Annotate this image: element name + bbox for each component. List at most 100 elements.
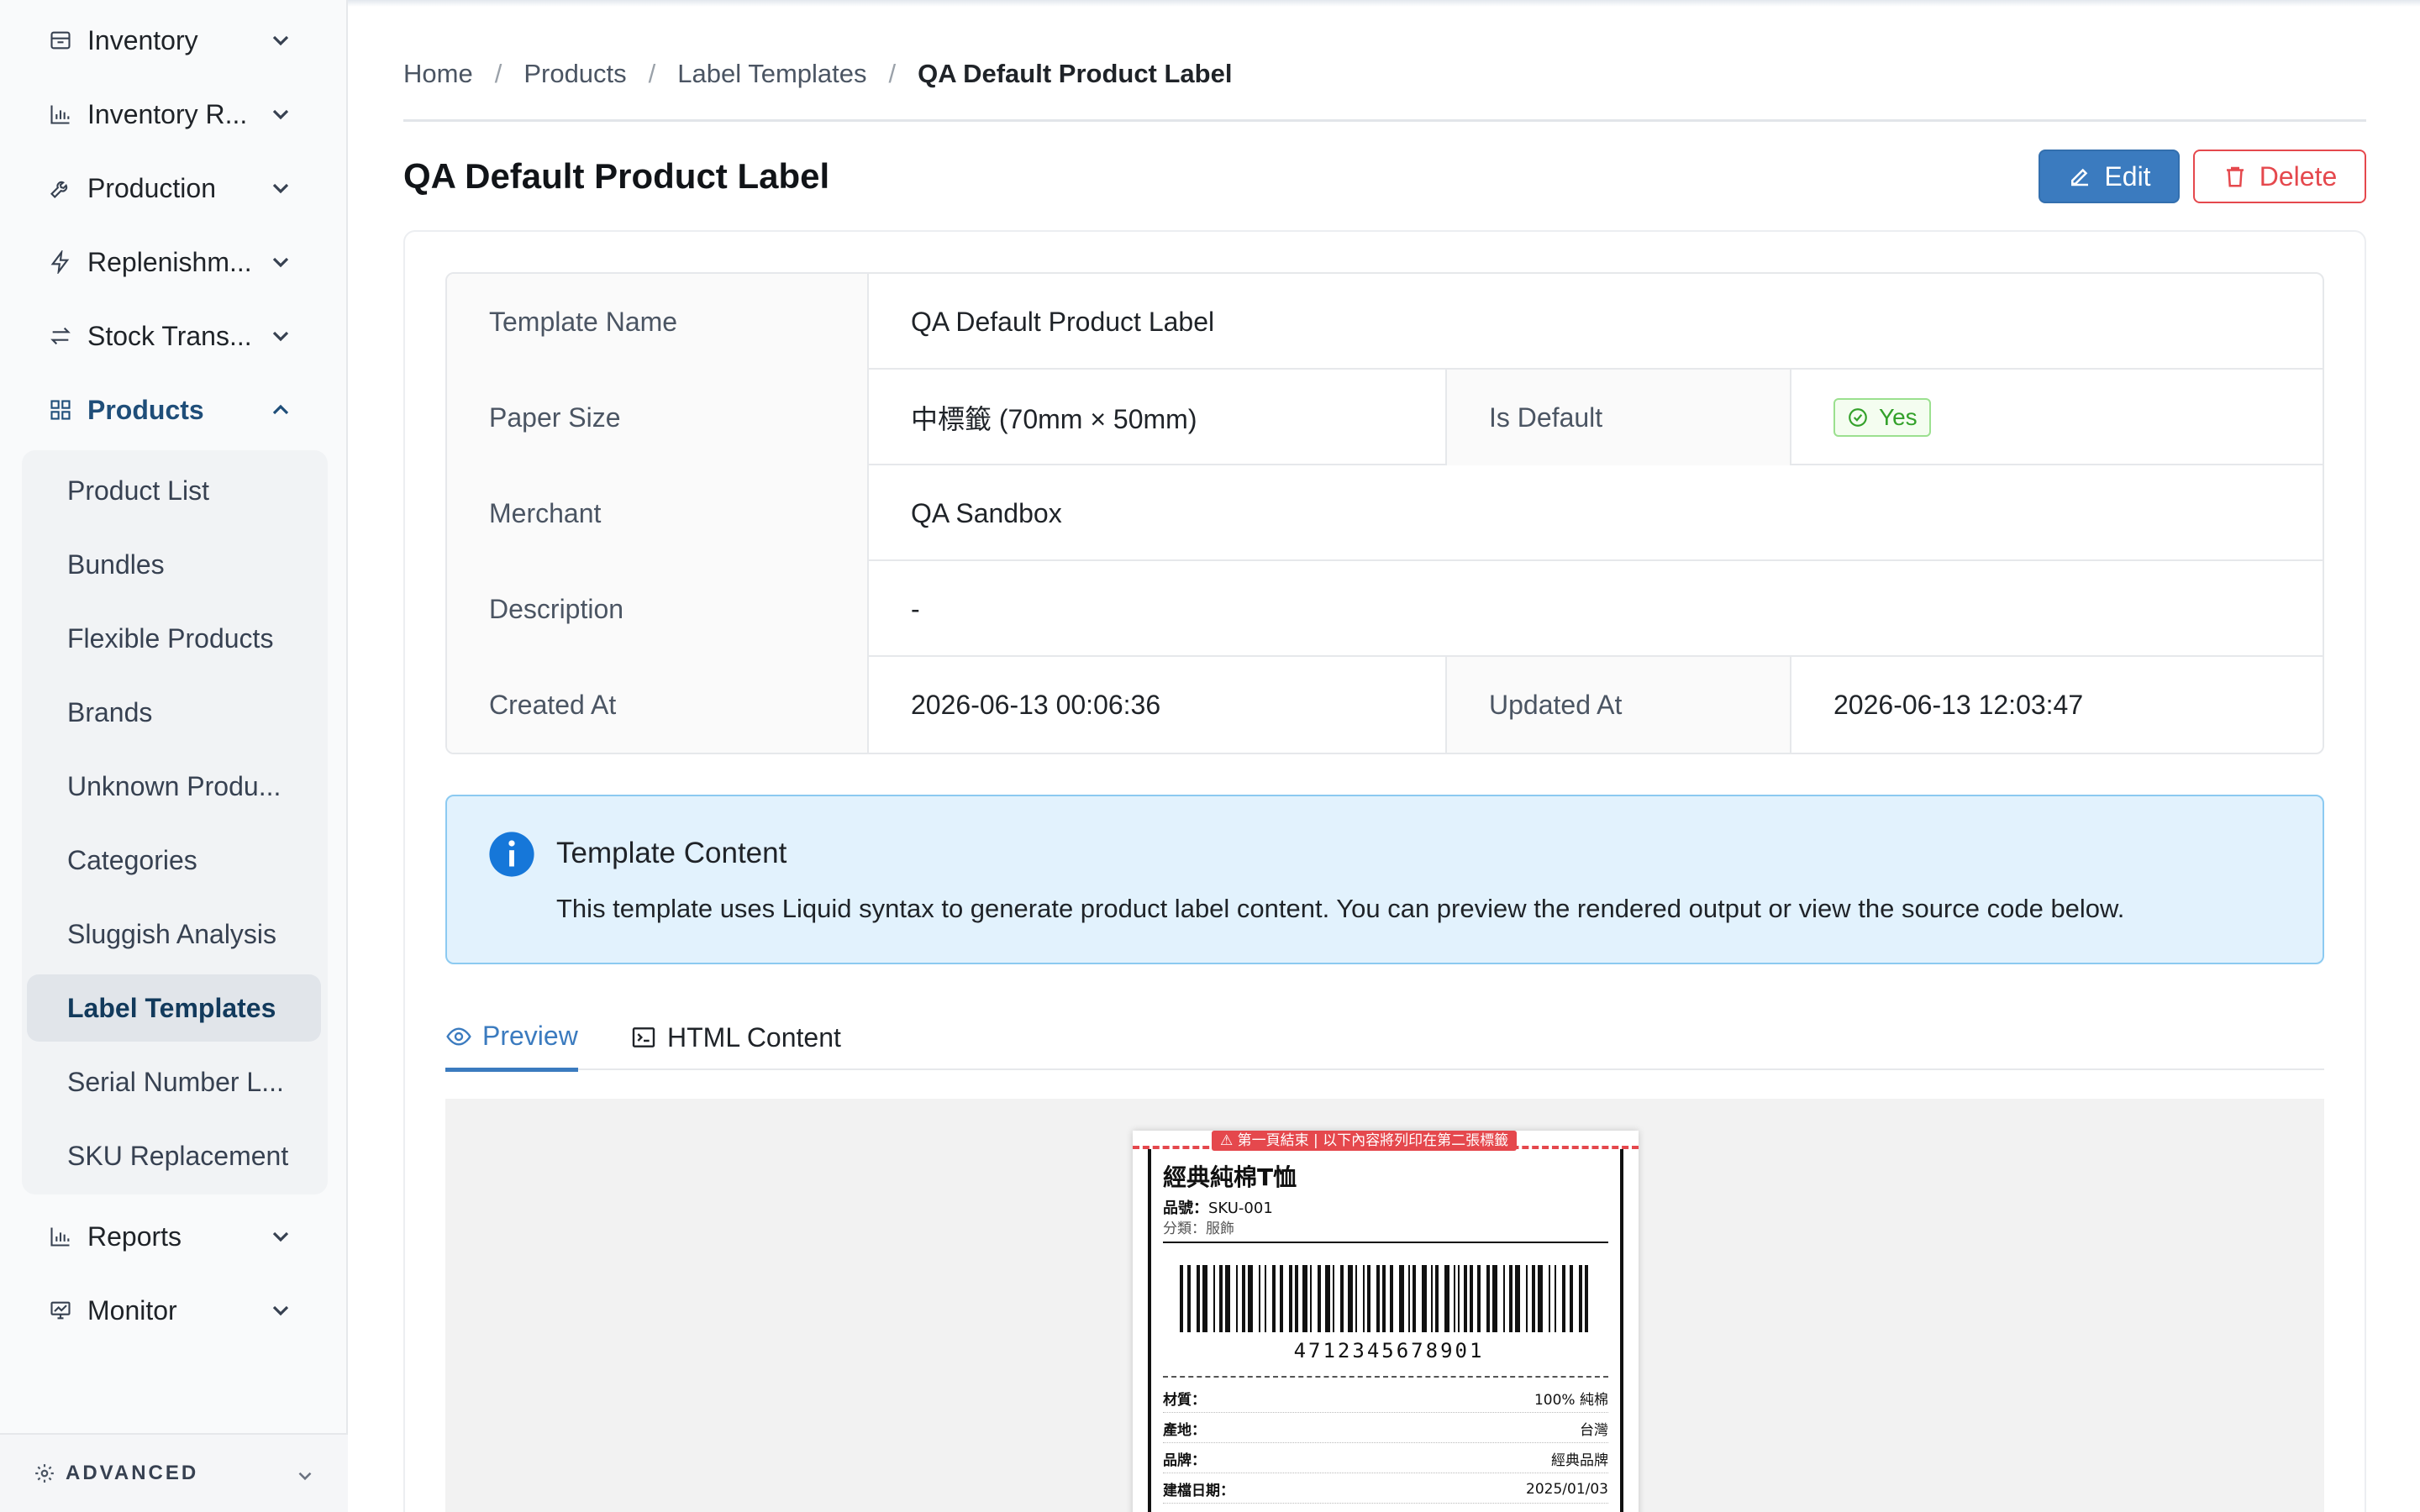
products-submenu: Product List Bundles Flexible Products B… <box>22 450 328 1194</box>
sidebar-item-reports[interactable]: Reports <box>0 1206 348 1267</box>
barcode-bar <box>1348 1265 1353 1332</box>
advanced-label: ADVANCED <box>66 1462 199 1484</box>
chevron-down-icon <box>272 183 289 194</box>
barcode-bar <box>1503 1265 1505 1332</box>
barcode-bar <box>1390 1265 1393 1332</box>
bar-chart-icon <box>47 101 74 128</box>
barcode-bar <box>1318 1265 1321 1332</box>
merchant-label: Merchant <box>447 465 869 561</box>
delete-button-label: Delete <box>2259 160 2338 192</box>
barcode-bar <box>1515 1265 1520 1332</box>
barcode-bar <box>1325 1265 1330 1332</box>
barcode-bar <box>1435 1265 1439 1332</box>
barcode-bar <box>1202 1265 1207 1332</box>
sidebar-item-products[interactable]: Products <box>0 380 348 440</box>
template-name-label: Template Name <box>447 274 869 370</box>
template-name-value: QA Default Product Label <box>911 306 1215 337</box>
breadcrumb-products[interactable]: Products <box>523 59 626 89</box>
sidebar-item-label: Reports <box>87 1221 182 1252</box>
alert-title: Template Content <box>556 837 787 869</box>
tab-preview[interactable]: Preview <box>445 1005 578 1072</box>
sidebar-item-replenishment[interactable]: Replenishm... <box>0 232 348 292</box>
sidebar-subitem-sku-replacement[interactable]: SKU Replacement <box>27 1122 321 1189</box>
sidebar-subitem-flexible-products[interactable]: Flexible Products <box>27 605 321 672</box>
sidebar-subitem-serial-number-list[interactable]: Serial Number L... <box>27 1048 321 1116</box>
tab-preview-label: Preview <box>482 1021 578 1051</box>
chevron-down-icon <box>272 331 289 342</box>
template-content-alert: Template Content This template uses Liqu… <box>445 795 2324 964</box>
sidebar-item-stock-transfer[interactable]: Stock Trans... <box>0 306 348 366</box>
sidebar-item-inventory[interactable]: Inventory <box>0 10 348 71</box>
barcode-bar <box>1408 1265 1410 1332</box>
label-box: 經典純棉T恤 品號：SKU-001 分類：服飾 4712345678901 材質… <box>1148 1149 1623 1512</box>
sidebar-subitem-categories[interactable]: Categories <box>27 827 321 894</box>
edit-button[interactable]: Edit <box>2039 150 2180 203</box>
barcode-bar <box>1492 1265 1497 1332</box>
sidebar-subitem-bundles[interactable]: Bundles <box>27 531 321 598</box>
bar-chart-icon <box>47 1223 74 1250</box>
sidebar-item-monitor[interactable]: Monitor <box>0 1280 348 1341</box>
sidebar-item-label: Stock Trans... <box>87 320 252 351</box>
transfer-icon <box>47 323 74 349</box>
label-sku-value: SKU-001 <box>1208 1200 1273 1217</box>
sidebar-subitem-product-list[interactable]: Product List <box>27 457 321 524</box>
sidebar-item-inventory-reports[interactable]: Inventory R... <box>0 84 348 144</box>
barcode-bar <box>1585 1265 1588 1332</box>
sidebar-subitem-unknown-products[interactable]: Unknown Produ... <box>27 753 321 820</box>
barcode-bar <box>1454 1265 1455 1332</box>
chevron-down-icon <box>272 257 289 268</box>
sidebar: Inventory Inventory R... Production Repl… <box>0 0 348 1512</box>
sidebar-item-label: Production <box>87 172 216 203</box>
advanced-section-toggle[interactable]: ADVANCED <box>0 1433 348 1512</box>
barcode-bar <box>1538 1265 1543 1332</box>
delete-button[interactable]: Delete <box>2193 150 2366 203</box>
sidebar-item-label: Inventory R... <box>87 98 248 129</box>
info-icon <box>489 832 534 877</box>
page-title: QA Default Product Label <box>403 156 830 196</box>
barcode-bar <box>1333 1265 1334 1332</box>
template-details-table: Template Name QA Default Product Label P… <box>445 272 2324 754</box>
barcode-bar <box>1310 1265 1312 1332</box>
barcode-bar <box>1363 1265 1365 1332</box>
barcode-bar <box>1526 1265 1528 1332</box>
paper-size-value: 中標籤 (70mm × 50mm) <box>869 370 1447 465</box>
breadcrumb-separator: / <box>648 59 656 88</box>
sidebar-item-label: Inventory <box>87 24 198 55</box>
barcode-bar <box>1422 1265 1427 1332</box>
sidebar-subitem-label-templates[interactable]: Label Templates <box>27 974 321 1042</box>
label-spec-value: 台灣 <box>1580 1422 1608 1439</box>
monitor-chart-icon <box>47 1297 74 1324</box>
barcode-bar <box>1570 1265 1573 1332</box>
is-default-label: Is Default <box>1447 370 1791 465</box>
sidebar-item-production[interactable]: Production <box>0 158 348 218</box>
breadcrumb-home[interactable]: Home <box>403 59 473 89</box>
barcode-bar <box>1549 1265 1550 1332</box>
box-icon <box>47 27 74 54</box>
created-at-label: Created At <box>447 657 869 753</box>
paper-size-label: Paper Size <box>447 370 869 465</box>
tab-html-content[interactable]: HTML Content <box>630 1005 841 1070</box>
merchant-value: QA Sandbox <box>911 497 1062 528</box>
label-spec-row: 品牌： 經典品牌 <box>1163 1445 1608 1473</box>
content-tabs: Preview HTML Content <box>445 1005 2324 1072</box>
label-spec-key: 建檔日期： <box>1163 1483 1234 1499</box>
label-spec-value: 2025/01/03 <box>1526 1480 1608 1498</box>
barcode-bar <box>1242 1265 1245 1332</box>
label-spec-key: 品牌： <box>1163 1452 1206 1469</box>
barcode-bar <box>1458 1265 1460 1332</box>
barcode-bar <box>1272 1265 1276 1332</box>
barcode-bar <box>1486 1265 1490 1332</box>
barcode-bar <box>1444 1265 1449 1332</box>
barcode-bar <box>1197 1265 1200 1332</box>
barcode-bar <box>1295 1265 1298 1332</box>
barcode-bar <box>1367 1265 1370 1332</box>
pencil-icon <box>2071 168 2089 186</box>
breadcrumb-label-templates[interactable]: Label Templates <box>677 59 866 89</box>
label-spec-value: 100% 純棉 <box>1534 1392 1608 1409</box>
is-default-value: Yes <box>1791 370 2323 465</box>
sidebar-subitem-brands[interactable]: Brands <box>27 679 321 746</box>
edit-button-label: Edit <box>2104 160 2151 192</box>
trash-icon <box>2226 166 2244 187</box>
sidebar-subitem-sluggish-analysis[interactable]: Sluggish Analysis <box>27 900 321 968</box>
updated-at-label: Updated At <box>1447 657 1791 753</box>
